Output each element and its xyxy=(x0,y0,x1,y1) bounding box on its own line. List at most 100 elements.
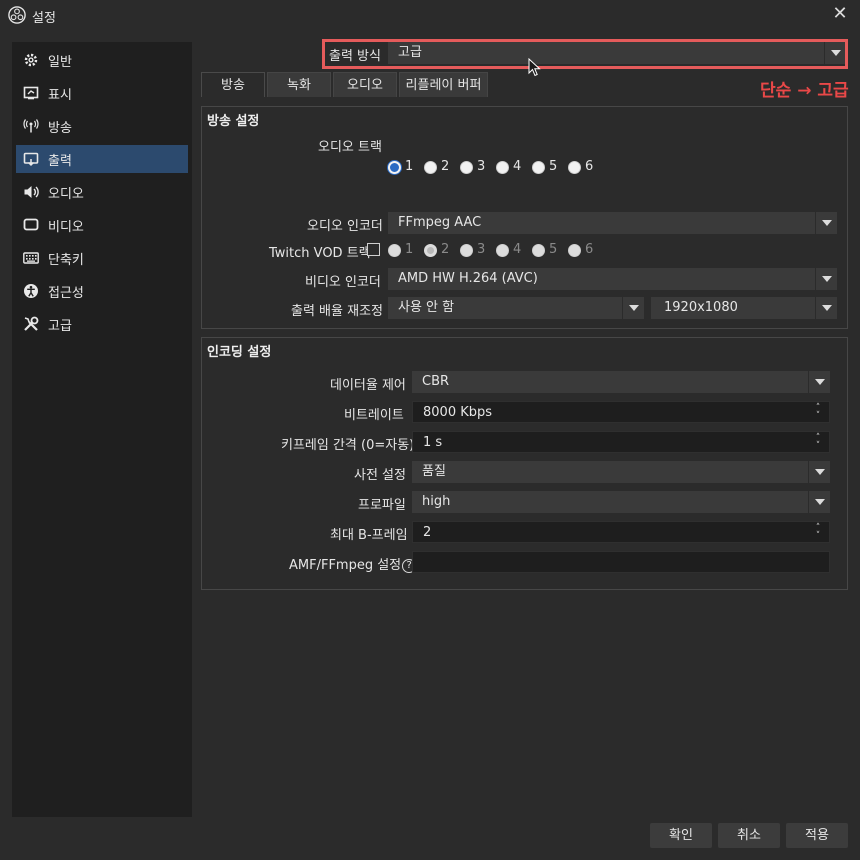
audio-track-radio-2[interactable] xyxy=(424,161,437,174)
chevron-down-icon xyxy=(815,212,837,234)
rate-control-value: CBR xyxy=(422,374,450,389)
sidebar-item-accessibility[interactable]: 접근성 xyxy=(16,277,188,305)
twitch-track-radio-3[interactable] xyxy=(460,244,473,257)
speaker-icon xyxy=(22,183,40,201)
spin-arrows-icon[interactable]: ˄ ˅ xyxy=(813,434,823,451)
obs-logo-icon xyxy=(8,6,26,24)
apply-button[interactable]: 적용 xyxy=(786,823,848,848)
max-bframes-label: 최대 B-프레임 xyxy=(330,528,408,543)
twitch-track-radio-2[interactable] xyxy=(424,244,437,257)
sidebar-item-display[interactable]: 표시 xyxy=(16,79,188,107)
amf-settings-input[interactable] xyxy=(412,551,830,573)
group-title: 방송 설정 xyxy=(207,114,260,129)
keyframe-interval-value: 1 s xyxy=(423,435,443,450)
audio-encoder-select[interactable]: FFmpeg AAC xyxy=(388,212,837,234)
rate-control-label: 데이터율 제어 xyxy=(330,378,406,393)
rescale-resolution-select[interactable]: 1920x1080 xyxy=(651,297,837,319)
audio-track-radio-3[interactable] xyxy=(460,161,473,174)
settings-sidebar: 일반 표시 방송 출력 오디오 비디오 단축키 접근성 고급 xyxy=(12,42,192,817)
tools-icon xyxy=(22,315,40,333)
audio-track-label-5: 5 xyxy=(549,159,558,174)
spin-arrows-icon[interactable]: ˄ ˅ xyxy=(813,404,823,421)
monitor-icon xyxy=(22,216,40,234)
sidebar-item-output[interactable]: 출력 xyxy=(16,145,188,173)
bitrate-value: 8000 Kbps xyxy=(423,405,493,420)
ok-button[interactable]: 확인 xyxy=(650,823,712,848)
rescale-output-value: 사용 안 함 xyxy=(398,300,455,315)
sidebar-item-hotkeys[interactable]: 단축키 xyxy=(16,244,188,272)
sidebar-item-stream[interactable]: 방송 xyxy=(16,112,188,140)
chevron-down-icon xyxy=(815,268,837,290)
twitch-track-label-5: 5 xyxy=(549,242,558,257)
group-title: 인코딩 설정 xyxy=(207,345,272,360)
twitch-vod-label: Twitch VOD 트랙 xyxy=(269,246,371,261)
tab-stream[interactable]: 방송 xyxy=(201,72,265,97)
max-bframes-value: 2 xyxy=(423,525,432,540)
video-encoder-value: AMD HW H.264 (AVC) xyxy=(398,271,538,286)
chevron-down-icon xyxy=(808,461,830,483)
spin-arrows-icon[interactable]: ˄ ˅ xyxy=(813,524,823,541)
preset-label: 사전 설정 xyxy=(354,468,406,483)
rescale-output-label: 출력 배율 재조정 xyxy=(291,304,383,319)
tab-replay-buffer[interactable]: 리플레이 버퍼 xyxy=(399,72,488,97)
twitch-vod-checkbox[interactable] xyxy=(367,243,380,256)
video-encoder-label: 비디오 인코더 xyxy=(305,275,381,290)
cancel-button[interactable]: 취소 xyxy=(718,823,780,848)
gear-icon xyxy=(22,51,40,69)
accessibility-icon xyxy=(22,282,40,300)
output-icon xyxy=(22,150,40,168)
sidebar-item-label: 출력 xyxy=(48,153,72,169)
twitch-track-label-6: 6 xyxy=(585,242,594,257)
chevron-down-icon xyxy=(622,297,644,319)
audio-track-radio-6[interactable] xyxy=(568,161,581,174)
profile-label: 프로파일 xyxy=(358,498,406,513)
audio-track-radio-1[interactable] xyxy=(388,161,401,174)
preset-select[interactable]: 품질 xyxy=(412,461,830,483)
close-icon[interactable]: ✕ xyxy=(830,4,850,24)
audio-track-label-3: 3 xyxy=(477,159,486,174)
sidebar-item-general[interactable]: 일반 xyxy=(16,46,188,74)
bitrate-spinbox[interactable]: 8000 Kbps ˄ ˅ xyxy=(412,401,830,423)
rate-control-select[interactable]: CBR xyxy=(412,371,830,393)
twitch-track-radio-6[interactable] xyxy=(568,244,581,257)
twitch-track-radio-5[interactable] xyxy=(532,244,545,257)
twitch-track-label-1: 1 xyxy=(405,242,414,257)
rescale-resolution-value: 1920x1080 xyxy=(664,300,738,315)
sidebar-item-label: 단축키 xyxy=(48,252,84,268)
audio-track-radio-5[interactable] xyxy=(532,161,545,174)
keyboard-icon xyxy=(22,249,40,267)
max-bframes-spinbox[interactable]: 2 ˄ ˅ xyxy=(412,521,830,543)
profile-value: high xyxy=(422,494,451,509)
rescale-output-select[interactable]: 사용 안 함 xyxy=(388,297,644,319)
twitch-track-radio-4[interactable] xyxy=(496,244,509,257)
sidebar-item-label: 방송 xyxy=(48,120,72,136)
sidebar-item-label: 비디오 xyxy=(48,219,84,235)
video-encoder-select[interactable]: AMD HW H.264 (AVC) xyxy=(388,268,837,290)
title-bar: 설정 ✕ xyxy=(0,0,860,30)
keyframe-interval-label: 키프레임 간격 (0=자동) xyxy=(281,438,415,453)
sidebar-item-label: 오디오 xyxy=(48,186,84,202)
amf-settings-label: AMF/FFmpeg 설정? xyxy=(289,554,417,573)
tab-recording[interactable]: 녹화 xyxy=(267,72,331,97)
sidebar-item-label: 표시 xyxy=(48,87,72,103)
audio-track-radio-4[interactable] xyxy=(496,161,509,174)
highlight-box xyxy=(322,39,848,69)
chevron-down-icon xyxy=(808,371,830,393)
sidebar-item-video[interactable]: 비디오 xyxy=(16,211,188,239)
profile-select[interactable]: high xyxy=(412,491,830,513)
audio-track-label: 오디오 트랙 xyxy=(318,140,382,155)
chevron-down-icon xyxy=(815,297,837,319)
chevron-down-icon xyxy=(808,491,830,513)
sidebar-item-advanced[interactable]: 고급 xyxy=(16,310,188,338)
keyframe-interval-spinbox[interactable]: 1 s ˄ ˅ xyxy=(412,431,830,453)
annotation-text: 단순 → 고급 xyxy=(760,81,849,101)
tab-audio[interactable]: 오디오 xyxy=(333,72,397,97)
audio-encoder-value: FFmpeg AAC xyxy=(398,215,482,230)
twitch-track-radio-1[interactable] xyxy=(388,244,401,257)
sidebar-item-label: 접근성 xyxy=(48,285,84,301)
twitch-track-label-3: 3 xyxy=(477,242,486,257)
display-icon xyxy=(22,84,40,102)
audio-encoder-label: 오디오 인코더 xyxy=(307,219,383,234)
sidebar-item-audio[interactable]: 오디오 xyxy=(16,178,188,206)
amf-settings-label-text: AMF/FFmpeg 설정 xyxy=(289,558,402,573)
